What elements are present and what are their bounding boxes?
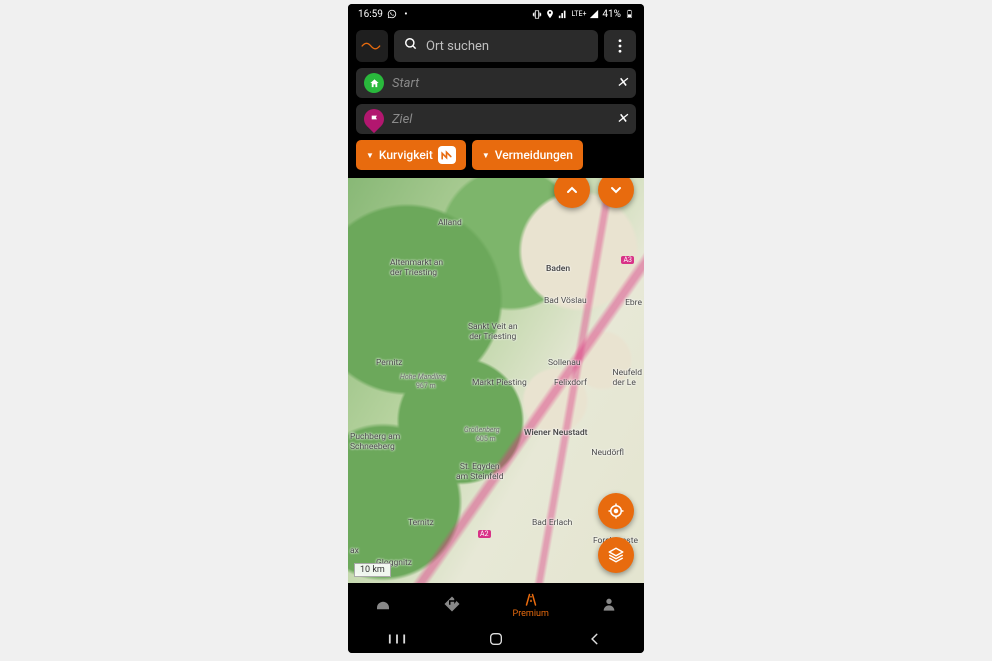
phone-frame: 16:59 • LTE+ 41% xyxy=(348,4,644,653)
back-button[interactable] xyxy=(575,632,615,646)
vibrate-icon xyxy=(532,9,542,19)
search-placeholder: Ort suchen xyxy=(426,39,489,54)
status-bar: 16:59 • LTE+ 41% xyxy=(348,4,644,24)
highway-badge: A3 xyxy=(621,256,634,264)
caret-down-icon: ▼ xyxy=(366,151,374,160)
helmet-icon xyxy=(374,595,392,613)
map-label: Sollenau xyxy=(548,358,581,368)
battery-icon xyxy=(624,9,634,19)
signal2-icon xyxy=(589,9,599,19)
locate-me-button[interactable] xyxy=(598,493,634,529)
curviness-label: Kurvigkeit xyxy=(379,148,433,162)
map-label: Wiener Neustadt xyxy=(524,428,588,438)
map-label: Pernitz xyxy=(376,358,402,368)
destination-placeholder: Ziel xyxy=(392,112,608,127)
map-label: Puchberg am Schneeberg xyxy=(350,432,400,452)
avoidances-label: Vermeidungen xyxy=(495,148,573,162)
map-layers-button[interactable] xyxy=(598,537,634,573)
system-nav-bar xyxy=(348,625,644,653)
recents-button[interactable] xyxy=(377,632,417,646)
map-label: Hohe Mandling xyxy=(400,373,446,381)
nav-tab-premium[interactable]: Premium xyxy=(513,590,549,619)
destination-waypoint-input[interactable]: Ziel ✕ xyxy=(356,104,636,134)
person-icon xyxy=(600,595,618,613)
battery-text: 41% xyxy=(602,9,621,20)
map-label: Alland xyxy=(438,218,462,228)
top-controls: Ort suchen Start ✕ Ziel ✕ ▼ Kurvigkeit xyxy=(348,24,644,178)
map-label: Ternitz xyxy=(408,518,434,528)
curviness-dropdown[interactable]: ▼ Kurvigkeit xyxy=(356,140,466,170)
clear-start-button[interactable]: ✕ xyxy=(616,75,628,91)
clear-destination-button[interactable]: ✕ xyxy=(616,111,628,127)
curviness-level-icon xyxy=(438,146,456,164)
caret-down-icon: ▼ xyxy=(482,151,490,160)
home-icon xyxy=(364,73,384,93)
home-button[interactable] xyxy=(476,631,516,647)
map-label: Felixdorf xyxy=(554,378,587,388)
search-input[interactable]: Ort suchen xyxy=(394,30,598,62)
map-label: Bad Erlach xyxy=(532,518,572,528)
map-label: Bad Vöslau xyxy=(544,296,587,306)
avoidances-dropdown[interactable]: ▼ Vermeidungen xyxy=(472,140,583,170)
directions-icon xyxy=(443,595,461,613)
map-label: Neufeld der Le xyxy=(613,368,642,388)
signal-icon xyxy=(558,9,568,19)
whatsapp-icon xyxy=(387,9,397,19)
map-label: ax xyxy=(350,546,359,556)
road-icon xyxy=(522,590,540,608)
map-label: 605 m xyxy=(476,435,496,443)
nav-tab-ride[interactable] xyxy=(374,595,392,613)
notification-dot-icon: • xyxy=(401,9,411,19)
map-label: Baden xyxy=(546,264,570,274)
search-icon xyxy=(404,37,418,55)
map-label: Größenberg xyxy=(464,426,500,434)
network-type: LTE+ xyxy=(571,10,586,18)
map-label: 967 m xyxy=(416,382,436,390)
map-label: Altenmarkt an der Triesting xyxy=(390,258,443,278)
nav-tab-profile[interactable] xyxy=(600,595,618,613)
map-scale: 10 km xyxy=(354,563,391,577)
map-label: Sankt Veit an der Triesting xyxy=(468,322,518,342)
map-label: St. Egyden am Steinfeld xyxy=(456,462,504,482)
map-view[interactable]: Alland Altenmarkt an der Triesting Baden… xyxy=(348,178,644,583)
nav-tab-route[interactable] xyxy=(443,595,461,613)
app-logo[interactable] xyxy=(356,30,388,62)
bottom-nav: Premium xyxy=(348,583,644,625)
map-label: Markt Piesting xyxy=(472,378,527,388)
start-placeholder: Start xyxy=(392,76,608,91)
map-label: Ebre xyxy=(625,298,642,308)
flag-icon xyxy=(360,105,388,133)
more-menu-button[interactable] xyxy=(604,30,636,62)
status-time: 16:59 xyxy=(358,9,383,20)
location-icon xyxy=(545,9,555,19)
highway-badge: A2 xyxy=(478,530,491,538)
nav-premium-label: Premium xyxy=(513,609,549,619)
start-waypoint-input[interactable]: Start ✕ xyxy=(356,68,636,98)
map-label: Neudörfl xyxy=(591,448,624,458)
